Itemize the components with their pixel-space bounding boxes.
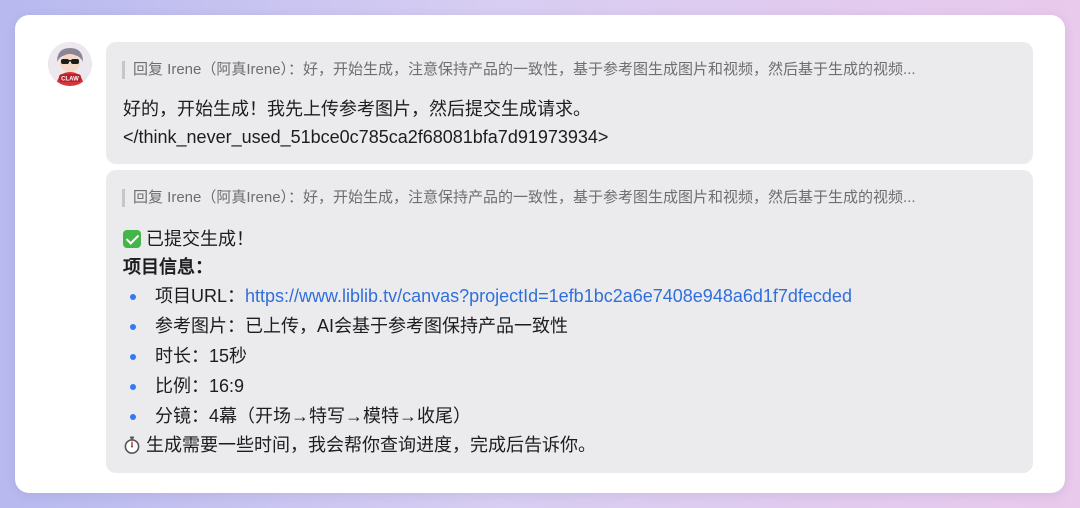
status-text: 已提交生成！ <box>146 229 254 249</box>
item-value: 16:9 <box>209 376 245 396</box>
avatar-badge-text: CLAW <box>61 77 79 83</box>
reply-quote[interactable]: 回复 Irene（阿真Irene）：好，开始生成，注意保持产品的一致性，基于参考… <box>122 61 1017 79</box>
message-text: </think_never_used_51bce0c785ca2f68081bf… <box>123 127 609 147</box>
chat-window: CLAW 回复 Irene（阿真Irene）：好，开始生成，注意保持产品的一致性… <box>15 15 1065 493</box>
item-label: 分镜： <box>155 406 209 426</box>
item-value: 4幕（开场→特写→模特→收尾） <box>209 406 472 426</box>
bullet-icon <box>130 324 136 330</box>
bullet-icon <box>130 384 136 390</box>
item-value: 已上传，AI会基于参考图保持产品一致性 <box>245 316 569 336</box>
reply-quote[interactable]: 回复 Irene（阿真Irene）：好，开始生成，注意保持产品的一致性，基于参考… <box>122 189 1017 207</box>
item-label: 参考图片： <box>155 316 245 336</box>
bullet-icon <box>130 294 136 300</box>
bot-avatar[interactable]: CLAW <box>48 42 92 86</box>
stopwatch-icon <box>124 436 140 454</box>
item-label: 时长： <box>155 346 209 366</box>
bullet-icon <box>130 354 136 360</box>
bullet-icon <box>130 414 136 420</box>
message-bubble[interactable]: 回复 Irene（阿真Irene）：好，开始生成，注意保持产品的一致性，基于参考… <box>106 170 1033 473</box>
item-value: 15秒 <box>209 346 248 366</box>
section-title: 项目信息： <box>123 257 213 277</box>
project-url-link[interactable]: https://www.liblib.tv/canvas?projectId=1… <box>245 286 852 306</box>
item-label: 比例： <box>155 376 209 396</box>
message-bubble[interactable]: 回复 Irene（阿真Irene）：好，开始生成，注意保持产品的一致性，基于参考… <box>106 42 1033 164</box>
footer-line: 生成需要一些时间，我会帮你查询进度，完成后告诉你。 <box>123 434 596 456</box>
status-line: 已提交生成！ <box>123 228 254 250</box>
message-text: 好的，开始生成！我先上传参考图片，然后提交生成请求。 <box>123 99 591 119</box>
item-label: 项目URL： <box>155 286 246 306</box>
footer-text: 生成需要一些时间，我会帮你查询进度，完成后告诉你。 <box>146 435 596 455</box>
check-mark-icon <box>123 230 141 248</box>
avatar-image: CLAW <box>48 42 92 86</box>
